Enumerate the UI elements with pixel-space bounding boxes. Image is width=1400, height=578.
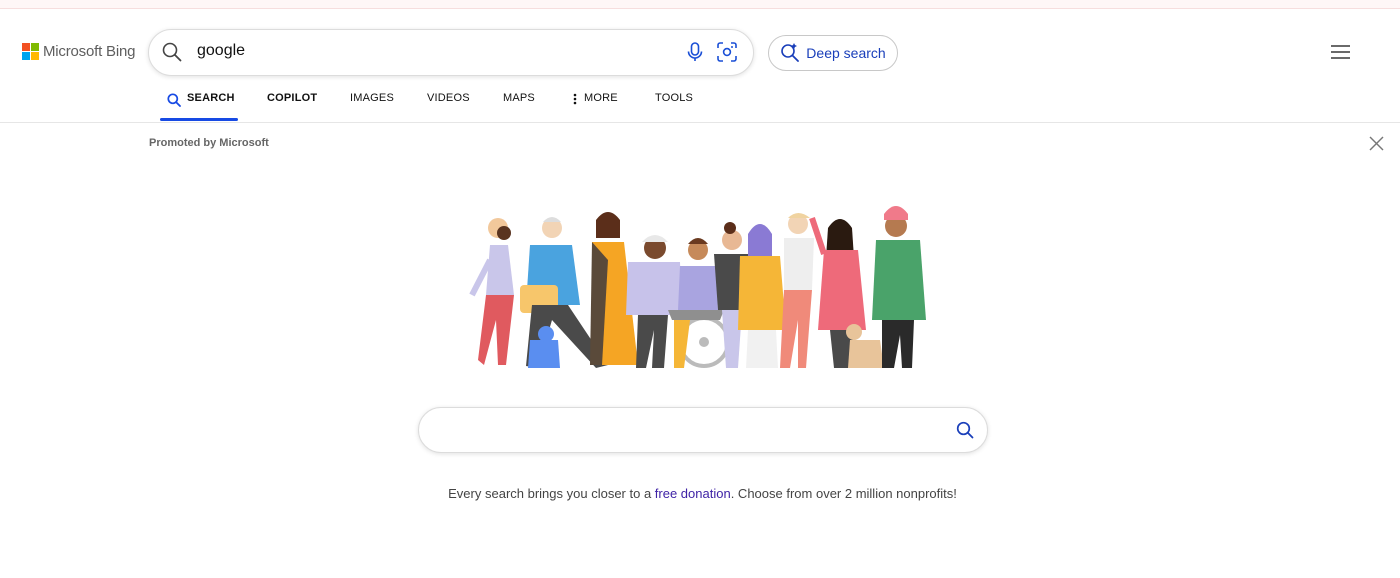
person-1 — [469, 218, 514, 365]
active-tab-indicator — [160, 118, 238, 121]
tab-more[interactable]: MORE — [572, 92, 618, 120]
person-8 — [780, 213, 814, 368]
more-dots-icon — [573, 93, 577, 105]
search-box[interactable] — [148, 29, 754, 76]
person-7 — [738, 224, 786, 368]
tab-label: TOOLS — [655, 92, 694, 104]
tab-label: MAPS — [503, 92, 535, 104]
visual-search-icon[interactable] — [716, 41, 738, 68]
search-input[interactable] — [197, 42, 657, 60]
tab-images[interactable]: IMAGES — [350, 92, 394, 120]
search-icon[interactable] — [162, 42, 182, 67]
donation-text-after: . Choose from over 2 million nonprofits! — [730, 486, 957, 501]
header: Microsoft Bing Deep search SEARCH COPILO… — [0, 0, 1400, 123]
deep-search-label: Deep search — [806, 45, 886, 61]
donation-text-before: Every search brings you closer to a — [448, 486, 655, 501]
tab-label: IMAGES — [350, 92, 394, 104]
microphone-icon[interactable] — [685, 41, 705, 68]
tab-label: VIDEOS — [427, 92, 470, 104]
search-icon — [167, 93, 181, 107]
microsoft-logo-icon — [22, 43, 39, 60]
free-donation-link[interactable]: free donation — [655, 486, 731, 501]
deep-search-button[interactable]: Deep search — [768, 35, 898, 71]
tab-copilot[interactable]: COPILOT — [267, 92, 317, 120]
tab-maps[interactable]: MAPS — [503, 92, 535, 120]
tab-label: COPILOT — [267, 92, 318, 104]
close-icon[interactable] — [1368, 135, 1385, 157]
tab-label: MORE — [584, 92, 618, 104]
donation-message: Every search brings you closer to a free… — [0, 486, 1400, 501]
diverse-people-illustration — [469, 206, 926, 368]
bing-logo[interactable]: Microsoft Bing — [22, 43, 135, 60]
donation-search-box[interactable] — [418, 407, 988, 453]
tab-label: SEARCH — [187, 92, 235, 104]
hamburger-menu-icon[interactable] — [1330, 44, 1351, 65]
tab-videos[interactable]: VIDEOS — [427, 92, 470, 120]
tab-tools[interactable]: TOOLS — [655, 92, 693, 120]
donation-search-input[interactable] — [437, 420, 941, 440]
dog — [846, 324, 884, 368]
logo-text: Microsoft Bing — [43, 43, 136, 60]
search-icon[interactable] — [956, 421, 974, 444]
tab-search[interactable]: SEARCH — [167, 92, 235, 120]
promoted-label: Promoted by Microsoft — [149, 137, 269, 149]
deep-search-icon — [780, 42, 800, 65]
